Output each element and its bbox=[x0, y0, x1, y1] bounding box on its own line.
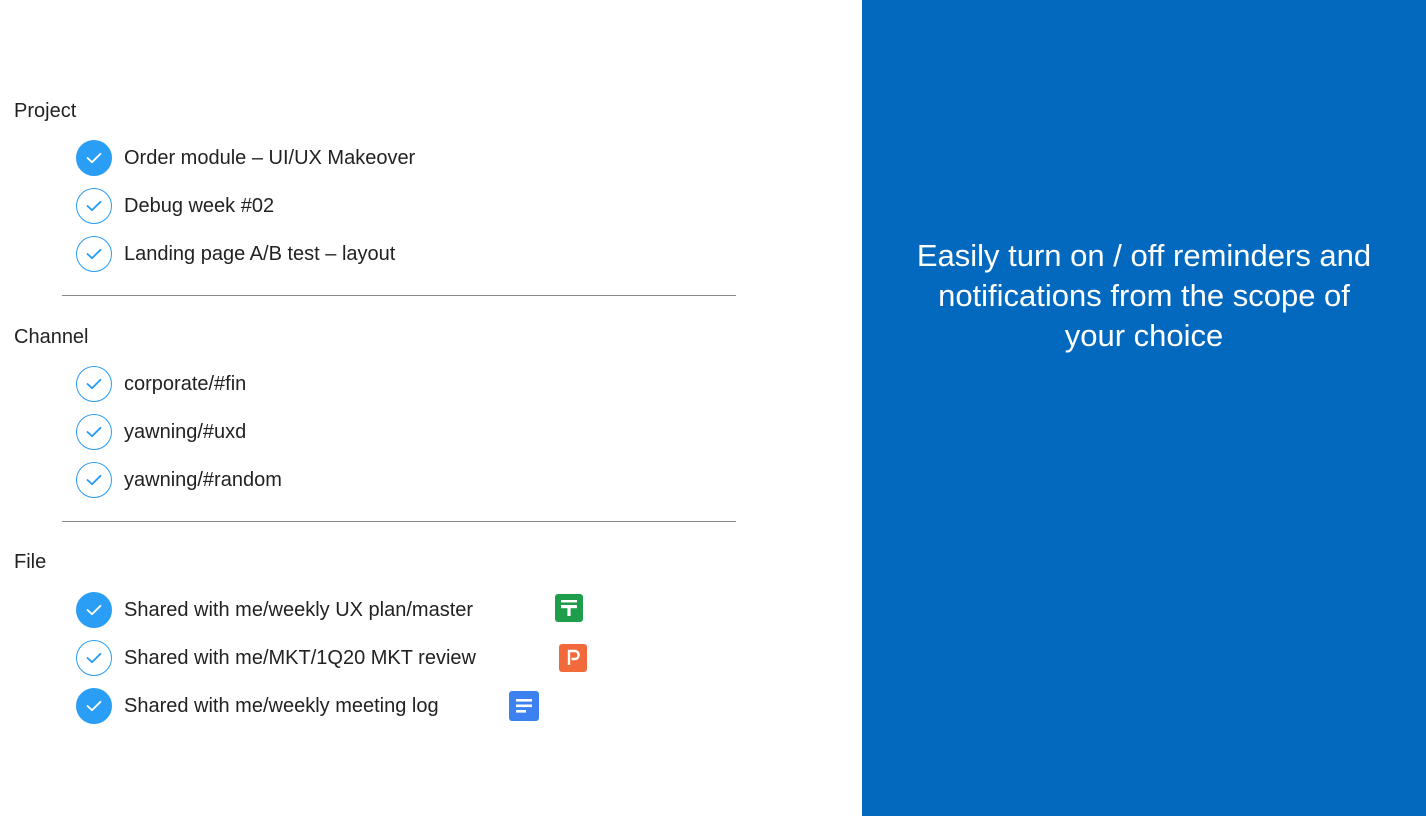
list-item-label: Shared with me/MKT/1Q20 MKT review bbox=[124, 646, 476, 669]
sheets-icon bbox=[555, 594, 583, 622]
list-item-label: yawning/#random bbox=[124, 468, 282, 491]
list-item-file-2[interactable]: Shared with me/weekly meeting log bbox=[76, 687, 439, 725]
check-circle-icon[interactable] bbox=[76, 236, 112, 272]
list-item-label: yawning/#uxd bbox=[124, 420, 247, 443]
check-circle-icon[interactable] bbox=[76, 366, 112, 402]
list-item-label: Shared with me/weekly UX plan/master bbox=[124, 598, 474, 621]
promo-text: Easily turn on / off reminders and notif… bbox=[916, 238, 1372, 353]
section-divider bbox=[62, 295, 736, 296]
docs-icon bbox=[509, 691, 539, 721]
list-item-label: Order module – UI/UX Makeover bbox=[124, 146, 416, 169]
check-circle-icon[interactable] bbox=[76, 414, 112, 450]
check-circle-icon[interactable] bbox=[76, 592, 112, 628]
list-item-project-2[interactable]: Landing page A/B test – layout bbox=[76, 235, 395, 273]
scope-list-panel: Project Order module – UI/UX Makeover De… bbox=[0, 0, 862, 816]
list-item-label: Debug week #02 bbox=[124, 194, 275, 217]
list-item-label: Landing page A/B test – layout bbox=[124, 242, 396, 265]
section-divider bbox=[62, 521, 736, 522]
list-item-project-1[interactable]: Debug week #02 bbox=[76, 187, 274, 225]
list-item-label: corporate/#fin bbox=[124, 372, 247, 395]
section-title-project: Project bbox=[14, 100, 77, 122]
check-circle-icon[interactable] bbox=[76, 188, 112, 224]
check-circle-icon[interactable] bbox=[76, 462, 112, 498]
list-item-file-0[interactable]: Shared with me/weekly UX plan/master bbox=[76, 591, 473, 629]
section-title-file: File bbox=[14, 551, 47, 573]
promo-panel: Easily turn on / off reminders and notif… bbox=[862, 0, 1426, 816]
list-item-project-0[interactable]: Order module – UI/UX Makeover bbox=[76, 139, 415, 177]
list-item-channel-0[interactable]: corporate/#fin bbox=[76, 365, 246, 403]
list-item-channel-2[interactable]: yawning/#random bbox=[76, 461, 282, 499]
slides-icon bbox=[559, 644, 587, 672]
list-item-channel-1[interactable]: yawning/#uxd bbox=[76, 413, 246, 451]
section-title-channel: Channel bbox=[14, 326, 89, 348]
check-circle-icon[interactable] bbox=[76, 140, 112, 176]
check-circle-icon[interactable] bbox=[76, 640, 112, 676]
list-item-file-1[interactable]: Shared with me/MKT/1Q20 MKT review bbox=[76, 639, 476, 677]
check-circle-icon[interactable] bbox=[76, 688, 112, 724]
page: Project Order module – UI/UX Makeover De… bbox=[0, 0, 1426, 816]
list-item-label: Shared with me/weekly meeting log bbox=[124, 694, 439, 717]
